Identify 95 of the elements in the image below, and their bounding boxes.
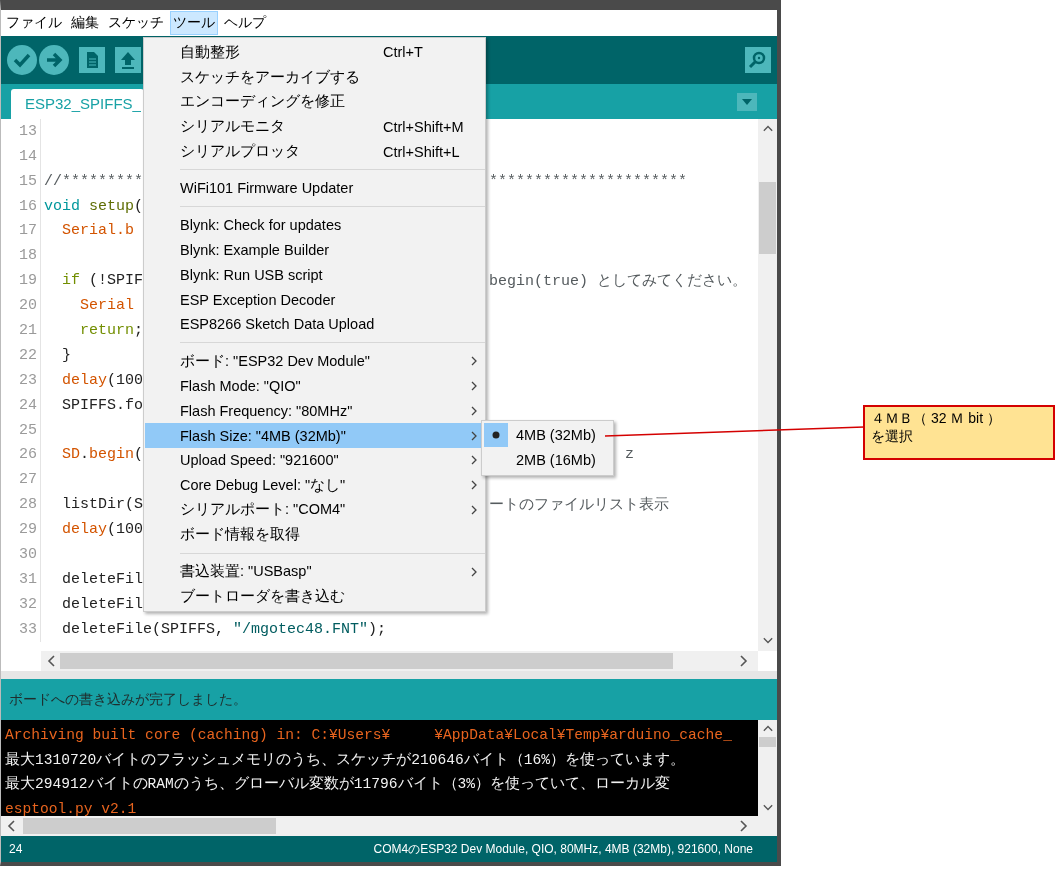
menu-item[interactable]: ESP8266 Sketch Data Upload [145,311,484,337]
menu-item[interactable]: Flash Size: "4MB (32Mb)" [145,423,484,448]
scroll-right-icon[interactable] [738,820,748,833]
menu-item[interactable]: Blynk: Run USB script [145,262,484,288]
line-number: 33 [18,620,37,638]
code-text: SPIFFS.fo [61,396,144,414]
code-text: begin(true) としてみてください。 [489,272,748,291]
code-text: Serial.b [61,222,134,240]
menu-bar-item[interactable]: ツール [170,10,218,35]
search-icon[interactable] [745,47,771,73]
menu-bar-item[interactable]: ヘルプ [221,10,269,35]
menu-item[interactable]: Core Debug Level: "なし" [145,472,484,498]
menu-item[interactable]: ボード: "ESP32 Dev Module" [145,348,484,374]
line-number: 21 [18,322,37,339]
code-text: delay(100 [61,521,144,539]
line-number: 31 [18,570,37,588]
code-text: SD.begin( [61,446,144,464]
scrollbar-thumb[interactable] [23,818,276,835]
line-number: 18 [18,247,37,265]
status-message: ボードへの書き込みが完了しました。 [9,690,247,709]
submenu-item[interactable]: 4MB (32Mb) [482,423,613,448]
line-number: 17 [18,222,37,240]
line-number: 22 [18,346,37,364]
code-text: deleteFil [61,595,144,613]
line-number: 29 [18,521,37,539]
code-text: void setup( [44,197,144,215]
horizontal-scrollbar[interactable] [41,650,758,671]
menu-item[interactable]: 書込装置: "USBasp" [145,559,484,584]
line-number: 15 [18,172,37,190]
code-text: return; [79,322,144,339]
scrollbar-thumb[interactable] [759,737,776,748]
line-number: 16 [18,197,37,215]
line-number: 27 [18,471,37,489]
console-line: 最大1310720バイトのフラッシュメモリのうち、スケッチが210646バイト（16%）を使っています。 [5,750,687,770]
code-text: if (!SPIF [61,272,144,290]
dropdown-icon[interactable] [737,92,757,111]
line-number-status: 24 [9,842,23,857]
menu-bar-item[interactable]: 編集 [68,10,102,35]
line-number: 24 [18,396,37,414]
line-number: 25 [18,421,37,439]
scrollbar-thumb[interactable] [60,652,673,669]
line-number: 14 [18,147,37,165]
radio-bullet-icon [484,423,508,448]
menu-bar-item[interactable]: スケッチ [105,10,167,35]
vertical-scrollbar[interactable] [758,720,777,817]
board-info: COM4のESP32 Dev Module, QIO, 80MHz, 4MB (32Mb), 921600, None [373,840,753,858]
upload-icon[interactable] [39,45,69,75]
callout-text: を選択 [871,428,914,446]
code-text: ********************** [489,172,688,190]
console-line: Archiving built core (caching) in: C:¥Users¥ ¥AppData¥Local¥Temp¥arduino_cache_ [5,726,733,746]
code-text: //********* [44,172,144,190]
horizontal-scrollbar[interactable] [1,816,777,837]
callout-text: ４ＭＢ（ 32 Ｍ bit ） [871,410,1002,428]
menu-item[interactable]: シリアルプロッタ Ctrl+Shift+L [145,139,484,164]
menu-item[interactable]: エンコーディングを修正 [145,89,484,115]
vertical-scrollbar[interactable] [758,118,777,651]
menu-item[interactable]: ブートローダを書き込む [145,583,484,609]
scroll-left-icon[interactable] [7,820,17,833]
menu-item[interactable]: Upload Speed: "921600" [145,447,484,473]
menu-item[interactable]: Flash Mode: "QIO" [145,373,484,399]
scroll-right-icon[interactable] [738,654,748,667]
verify-icon[interactable] [7,45,37,75]
line-number: 26 [18,446,37,464]
menu-item[interactable]: Blynk: Example Builder [145,237,484,263]
console-line: esptool.py v2.1 [5,799,138,817]
line-number: 28 [18,496,37,514]
scroll-left-icon[interactable] [47,654,57,667]
line-number: 30 [18,546,37,563]
code-text: ートのファイルリスト表示 [489,495,669,515]
menu-item[interactable]: スケッチをアーカイブする [145,64,484,90]
menu-item[interactable]: 自動整形 Ctrl+T [145,40,484,65]
menu-item[interactable]: Blynk: Check for updates [145,212,484,238]
code-text: } [61,346,71,364]
console-line: 最大294912バイトのRAMのうち、グローバル変数が11796バイト（3%）を使っていて、ローカル変 [5,774,672,795]
line-number: 20 [18,297,37,315]
menu-item[interactable]: ESP Exception Decoder [145,287,484,312]
scrollbar-thumb[interactable] [759,181,776,254]
code-text: Serial [79,297,134,315]
new-file-icon[interactable] [79,47,105,73]
menu-item[interactable]: シリアルポート: "COM4" [145,497,484,523]
code-text: listDir(S [61,496,144,514]
code-text: z [625,446,634,464]
line-number: 19 [18,272,37,290]
code-text: deleteFil [61,570,144,588]
code-text: deleteFile(SPIFFS, "/mgotec48.FNT"); [61,620,387,638]
menu-item[interactable]: WiFi101 Firmware Updater [145,176,484,201]
line-number: 32 [18,595,37,613]
menu-item[interactable]: Flash Frequency: "80MHz" [145,398,484,424]
line-number: 13 [18,122,37,140]
menu-item[interactable]: シリアルモニタ Ctrl+Shift+M [145,114,484,140]
menu-item[interactable]: ボード情報を取得 [145,522,484,548]
code-text: delay(100 [61,371,144,389]
menu-bar-item[interactable]: ファイル [3,10,65,35]
line-number: 23 [18,371,37,389]
submenu-item[interactable]: 2MB (16Mb) [482,447,613,473]
